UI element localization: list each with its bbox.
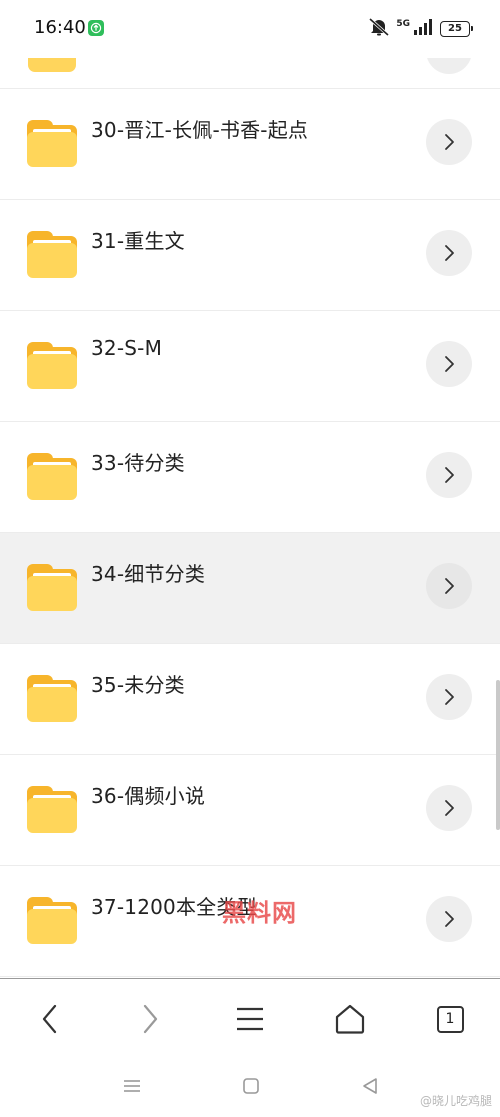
folder-icon [27,786,77,833]
folder-icon [27,675,77,722]
system-home-button[interactable] [239,1074,263,1098]
folder-row[interactable]: 34-细节分类 [0,533,500,644]
system-nav-bar: @晓儿吃鸡腿 [0,1058,500,1117]
folder-icon [27,564,77,611]
folder-name: 31-重生文 [91,229,185,253]
chevron-right-icon [445,134,454,150]
folder-name: 30-晋江-长佩-书香-起点 [91,118,309,142]
watermark: 黑料网 [222,899,297,927]
chevron-right-button[interactable] [426,896,472,942]
app-notification-icon [88,20,104,36]
home-icon [243,1078,259,1094]
chevron-right-button[interactable] [426,563,472,609]
folder-name: 34-细节分类 [91,562,206,586]
folder-name: 35-未分类 [91,673,185,697]
menu-button[interactable] [228,997,272,1041]
folder-row[interactable]: 36-偶频小说 [0,755,500,866]
folder-icon [28,58,76,72]
back-icon [42,1004,57,1034]
folder-row[interactable]: 32-S-M [0,311,500,422]
home-icon [335,1004,365,1034]
folder-icon [27,231,77,278]
chevron-right-button[interactable] [426,785,472,831]
folder-row[interactable]: 35-未分类 [0,644,500,755]
folder-list: 30-晋江-长佩-书香-起点 31-重生文 32-S-M 33-待分类 34-细… [0,89,500,977]
chevron-right-icon [445,911,454,927]
chevron-right-button[interactable] [426,119,472,165]
chevron-right-icon [445,689,454,705]
chevron-right-button[interactable] [426,674,472,720]
chevron-right-icon [445,578,454,594]
chevron-right-icon [445,467,454,483]
back-icon [363,1078,377,1094]
folder-row[interactable]: 31-重生文 [0,200,500,311]
folder-name: 32-S-M [91,336,163,360]
folder-icon [27,342,77,389]
folder-icon [27,453,77,500]
credit-text: @晓儿吃鸡腿 [419,1094,492,1108]
recents-button[interactable] [120,1074,144,1098]
chevron-right-button[interactable] [426,230,472,276]
folder-name: 36-偶频小说 [91,784,206,808]
status-icons: 5G 25 [368,17,473,41]
back-button[interactable] [28,997,72,1041]
menu-icon [237,1007,263,1031]
battery-icon: 25 [440,21,473,37]
home-button[interactable] [328,997,372,1041]
bottom-toolbar: 1 [0,978,500,1058]
partial-list-item[interactable] [0,28,500,89]
chevron-right-icon [445,356,454,372]
forward-button[interactable] [128,997,172,1041]
folder-row[interactable]: 30-晋江-长佩-书香-起点 [0,89,500,200]
signal-icon [414,19,434,39]
folder-icon [27,897,77,944]
tabs-icon: 1 [436,1005,464,1033]
forward-icon [143,1004,158,1034]
mute-icon [368,17,390,41]
status-bar: 16:40 5G 25 [0,0,500,58]
chevron-right-icon [445,245,454,261]
chevron-right-button[interactable] [426,341,472,387]
folder-icon [27,120,77,167]
folder-row[interactable]: 33-待分类 [0,422,500,533]
scrollbar[interactable] [496,680,500,830]
recents-icon [124,1080,140,1092]
folder-name: 33-待分类 [91,451,185,475]
tabs-button[interactable]: 1 [428,997,472,1041]
chevron-right-icon [445,800,454,816]
status-time: 16:40 [34,17,86,38]
system-back-button[interactable] [358,1074,382,1098]
network-type: 5G [396,19,410,29]
chevron-right-button[interactable] [426,452,472,498]
